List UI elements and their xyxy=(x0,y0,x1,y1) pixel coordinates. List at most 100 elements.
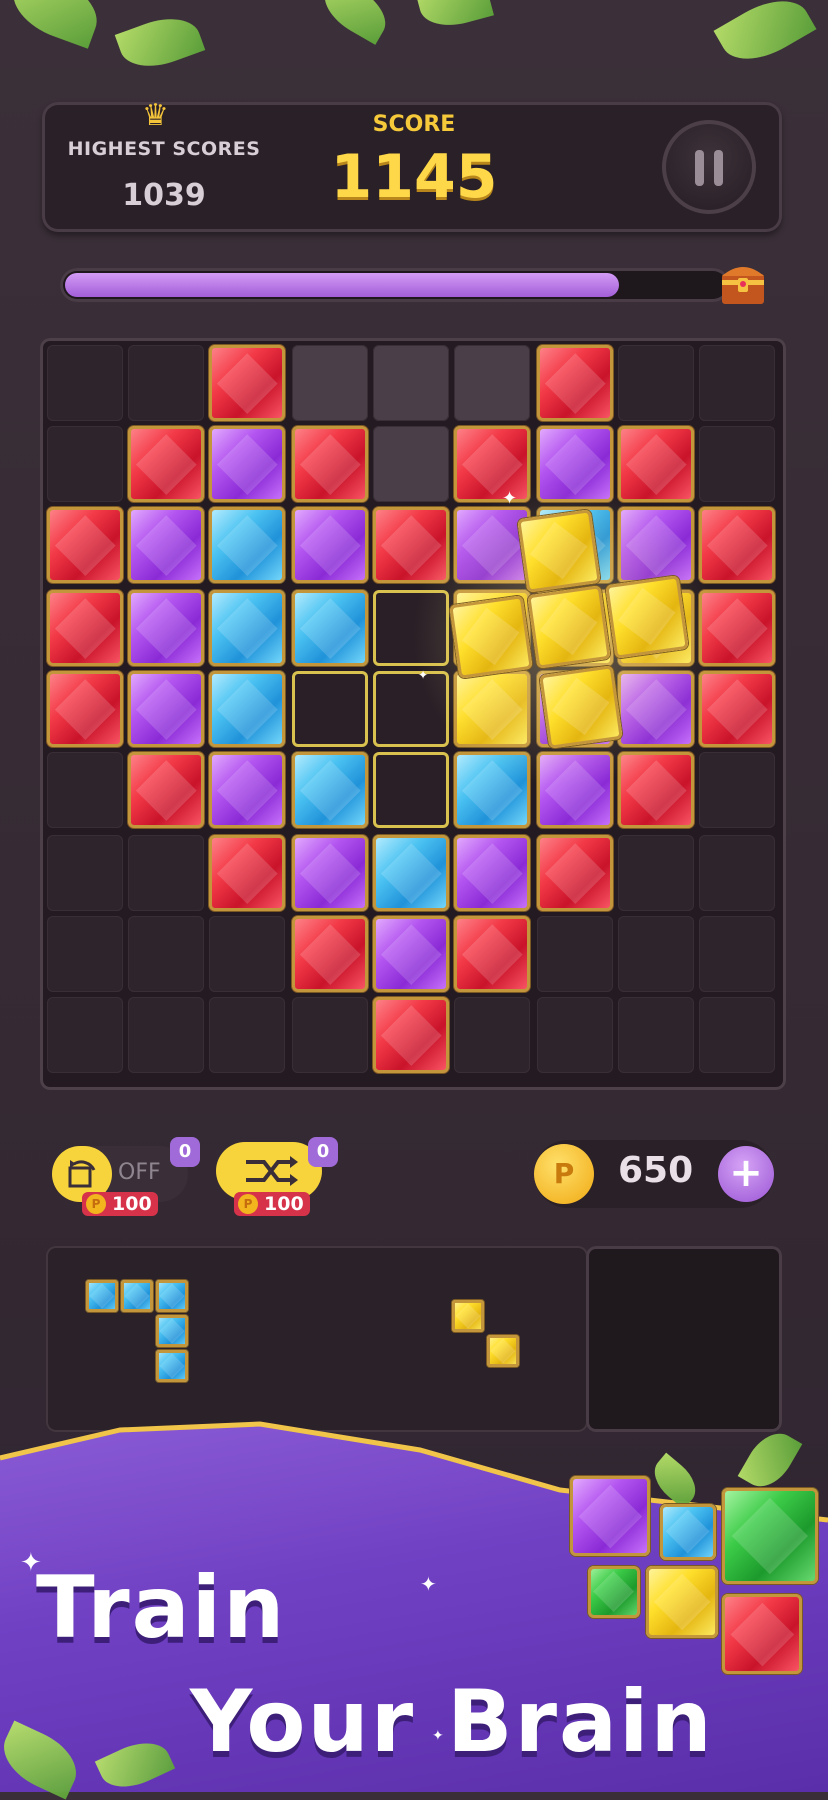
empty-cell[interactable] xyxy=(47,916,123,992)
dragged-block xyxy=(605,575,689,659)
coin-value: 650 xyxy=(618,1150,694,1191)
tray-block xyxy=(452,1300,484,1332)
shuffle-cost: P 100 xyxy=(234,1192,310,1216)
decor-gem xyxy=(570,1476,650,1556)
empty-cell[interactable] xyxy=(537,997,613,1073)
empty-cell[interactable] xyxy=(209,916,285,992)
highest-scores-label: HIGHEST SCORES xyxy=(67,138,261,160)
sparkle-icon: ✦ xyxy=(432,1728,444,1744)
empty-cell[interactable] xyxy=(618,997,694,1073)
blue-block[interactable] xyxy=(209,507,285,583)
rotate-cost: P 100 xyxy=(82,1192,158,1216)
tray-block xyxy=(156,1315,188,1347)
empty-cell[interactable] xyxy=(209,997,285,1073)
empty-cell[interactable] xyxy=(128,916,204,992)
empty-cell[interactable] xyxy=(699,835,775,911)
purple-block[interactable] xyxy=(373,916,449,992)
pause-button[interactable] xyxy=(662,120,756,214)
red-block[interactable] xyxy=(373,997,449,1073)
empty-cell[interactable] xyxy=(292,997,368,1073)
blue-block[interactable] xyxy=(292,752,368,828)
empty-cell[interactable] xyxy=(128,345,204,421)
empty-cell[interactable] xyxy=(47,345,123,421)
coin-icon: P xyxy=(534,1144,594,1204)
red-block[interactable] xyxy=(47,507,123,583)
decor-gem xyxy=(646,1566,718,1638)
empty-cell[interactable] xyxy=(47,426,123,502)
purple-block[interactable] xyxy=(454,835,530,911)
pause-icon xyxy=(695,150,704,186)
empty-cell[interactable] xyxy=(699,345,775,421)
empty-cell[interactable] xyxy=(47,997,123,1073)
sparkle-icon: ✦ xyxy=(20,1548,42,1578)
decor-gem xyxy=(722,1594,802,1674)
coin-icon: P xyxy=(238,1194,258,1214)
empty-cell[interactable] xyxy=(618,835,694,911)
promo-line1: Train xyxy=(36,1558,287,1658)
red-block[interactable] xyxy=(209,835,285,911)
shuffle-cost-value: 100 xyxy=(264,1193,304,1215)
purple-block[interactable] xyxy=(292,507,368,583)
score-label: SCORE xyxy=(372,112,456,137)
score-value: 1145 xyxy=(330,142,498,212)
coin-balance: P 650 + xyxy=(534,1140,774,1208)
empty-cell[interactable] xyxy=(128,835,204,911)
dragged-block xyxy=(449,595,533,679)
tray-block xyxy=(487,1335,519,1367)
treasure-chest-icon[interactable] xyxy=(718,258,768,308)
rotate-cost-value: 100 xyxy=(112,1193,152,1215)
dragged-block xyxy=(517,509,601,593)
coin-icon: P xyxy=(86,1194,106,1214)
purple-block[interactable] xyxy=(128,590,204,666)
tray-block xyxy=(121,1280,153,1312)
highest-scores-value: 1039 xyxy=(122,178,206,213)
red-block[interactable] xyxy=(209,345,285,421)
crown-icon: ♛ xyxy=(142,98,169,133)
promo-line2: Your Brain xyxy=(190,1672,714,1772)
blue-block[interactable] xyxy=(373,835,449,911)
red-block[interactable] xyxy=(128,426,204,502)
empty-cell[interactable] xyxy=(128,997,204,1073)
sparkle-icon: ✦ xyxy=(420,1572,437,1596)
purple-block[interactable] xyxy=(128,507,204,583)
empty-cell[interactable] xyxy=(537,916,613,992)
decor-gem xyxy=(660,1504,716,1560)
red-block[interactable] xyxy=(47,671,123,747)
blue-block[interactable] xyxy=(209,671,285,747)
rotate-state: OFF xyxy=(118,1160,161,1185)
red-block[interactable] xyxy=(292,426,368,502)
empty-cell[interactable] xyxy=(47,752,123,828)
red-block[interactable] xyxy=(47,590,123,666)
empty-cell[interactable] xyxy=(618,345,694,421)
empty-cell[interactable] xyxy=(618,916,694,992)
blue-block[interactable] xyxy=(209,590,285,666)
red-block[interactable] xyxy=(537,345,613,421)
progress-fill xyxy=(65,273,619,297)
red-block[interactable] xyxy=(454,916,530,992)
purple-block[interactable] xyxy=(209,426,285,502)
shuffle-count-badge: 0 xyxy=(308,1137,338,1167)
empty-cell[interactable] xyxy=(47,835,123,911)
empty-cell[interactable] xyxy=(454,997,530,1073)
purple-block[interactable] xyxy=(128,671,204,747)
empty-cell[interactable] xyxy=(454,345,530,421)
tray-block xyxy=(156,1350,188,1382)
sparkle-icon: ✦ xyxy=(502,488,518,509)
empty-cell[interactable] xyxy=(699,997,775,1073)
empty-cell[interactable] xyxy=(699,916,775,992)
decor-gem xyxy=(722,1488,818,1584)
tray-block xyxy=(156,1280,188,1312)
purple-block[interactable] xyxy=(209,752,285,828)
empty-cell[interactable] xyxy=(373,345,449,421)
red-block[interactable] xyxy=(292,916,368,992)
red-block[interactable] xyxy=(128,752,204,828)
red-block[interactable] xyxy=(537,835,613,911)
progress-bar xyxy=(60,268,730,302)
pause-icon xyxy=(714,150,723,186)
plus-icon[interactable]: + xyxy=(718,1146,774,1202)
piece-slot-empty[interactable] xyxy=(586,1246,782,1432)
purple-block[interactable] xyxy=(292,835,368,911)
blue-block[interactable] xyxy=(292,590,368,666)
placement-preview-cell[interactable] xyxy=(292,671,368,747)
empty-cell[interactable] xyxy=(292,345,368,421)
